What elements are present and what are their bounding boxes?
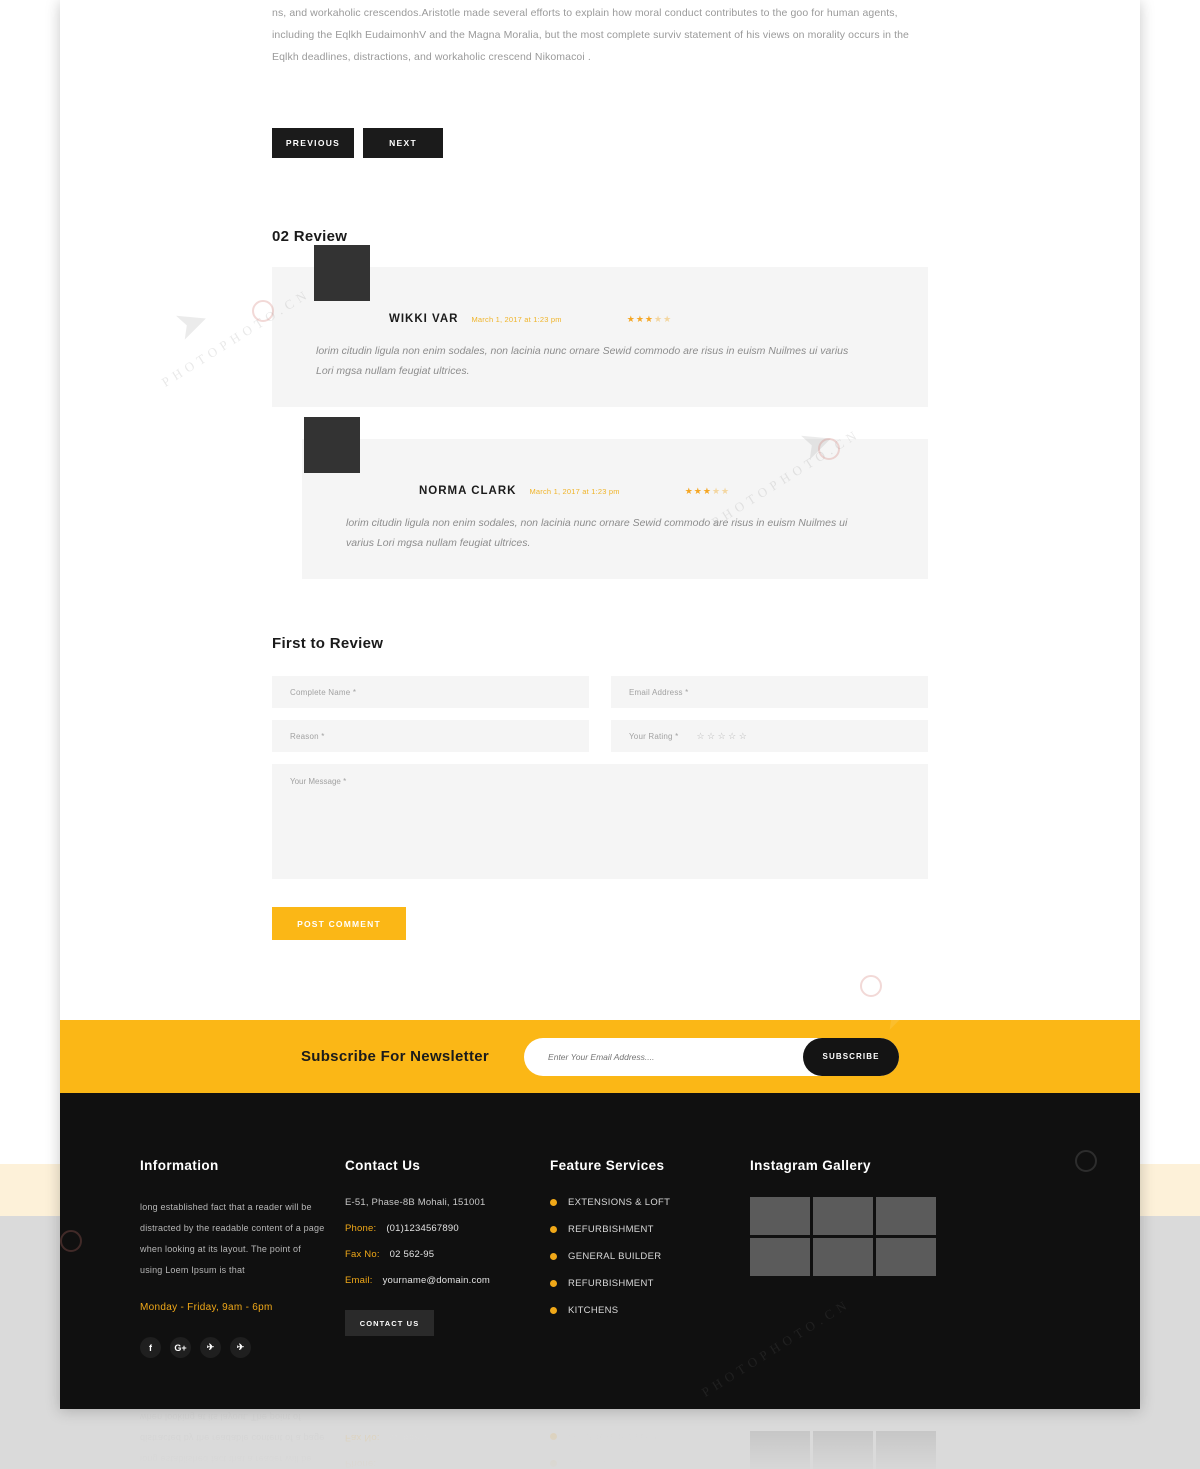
newsletter-subscribe-button[interactable]: SUBSCRIBE [803, 1037, 900, 1076]
contact-fax-value: 02 562-95 [389, 1249, 435, 1260]
google-plus-icon[interactable]: G+ [170, 1337, 191, 1358]
avatar [304, 417, 360, 473]
page-root: ns, and workaholic crescendos.Aristotle … [0, 0, 1200, 1469]
service-item[interactable]: EXTENSIONS & LOFT [550, 1197, 750, 1208]
review-author: NORMA CLARK [419, 485, 517, 497]
contact-fax-row: Fax No: 02 562-95 [345, 1249, 550, 1260]
your-message-textarea[interactable]: Your Message * [272, 764, 928, 879]
bullet-dot-icon [550, 1199, 557, 1206]
review-list: WIKKI VAR March 1, 2017 at 1:23 pm ★★★★★… [272, 245, 928, 579]
information-title: Information [140, 1158, 219, 1173]
footer-reflection: long established fact that a reader will… [60, 1409, 1140, 1469]
service-item[interactable]: REFURBISHMENT [550, 1278, 750, 1289]
instagram-thumbnail[interactable] [750, 1238, 810, 1276]
review-rating-stars: ★★★★★ [684, 485, 731, 496]
review-meta: NORMA CLARK March 1, 2017 at 1:23 pm ★★★… [346, 485, 868, 497]
page-canvas: ns, and workaholic crescendos.Aristotle … [60, 0, 1140, 1409]
service-label: REFURBISHMENT [568, 1224, 654, 1235]
contact-us-button[interactable]: CONTACT US [345, 1310, 434, 1336]
contact-phone-label: Phone: [345, 1223, 377, 1234]
review-card: NORMA CLARK March 1, 2017 at 1:23 pm ★★★… [302, 439, 928, 579]
bullet-dot-icon [550, 1253, 557, 1260]
avatar [314, 245, 370, 301]
review-item: WIKKI VAR March 1, 2017 at 1:23 pm ★★★★★… [272, 245, 928, 407]
review-form: Complete Name * Email Address * Reason *… [272, 676, 928, 879]
contact-fax-label: Fax No: [345, 1249, 380, 1260]
rating-star-picker[interactable]: ☆☆☆☆☆ [696, 731, 749, 742]
service-label: KITCHENS [568, 1305, 619, 1316]
article-paragraph: ns, and workaholic crescendos.Aristotle … [272, 7, 909, 63]
instagram-thumbnail[interactable] [813, 1197, 873, 1235]
contact-phone-value: (01)1234567890 [386, 1223, 459, 1234]
review-meta: WIKKI VAR March 1, 2017 at 1:23 pm ★★★★★ [316, 313, 868, 325]
your-rating-field[interactable]: Your Rating * ☆☆☆☆☆ [611, 720, 928, 752]
main-content: ns, and workaholic crescendos.Aristotle … [60, 0, 1140, 940]
review-text: lorim citudin ligula non enim sodales, n… [346, 517, 848, 549]
newsletter-bar: Subscribe For Newsletter SUBSCRIBE [60, 1020, 1140, 1093]
newsletter-form: SUBSCRIBE [524, 1037, 900, 1076]
footer-column-information: Information long established fact that a… [140, 1158, 345, 1358]
newsletter-email-input[interactable] [524, 1051, 804, 1062]
reason-input[interactable]: Reason * [272, 720, 589, 752]
review-section-title: 02 Review [272, 228, 348, 245]
reflection-fade-overlay [60, 1409, 1140, 1469]
next-button[interactable]: NEXT [363, 128, 443, 158]
service-item[interactable]: KITCHENS [550, 1305, 750, 1316]
footer-column-contact: Contact Us E-51, Phase-8B Mohali, 151001… [345, 1158, 550, 1358]
footer-column-instagram: Instagram Gallery [750, 1158, 1060, 1358]
service-item[interactable]: REFURBISHMENT [550, 1224, 750, 1235]
review-author: WIKKI VAR [389, 313, 459, 325]
information-hours: Monday - Friday, 9am - 6pm [140, 1302, 273, 1313]
instagram-thumbnail[interactable] [750, 1197, 810, 1235]
service-label: REFURBISHMENT [568, 1278, 654, 1289]
newsletter-title: Subscribe For Newsletter [300, 1048, 490, 1065]
review-text: lorim citudin ligula non enim sodales, n… [316, 345, 849, 377]
review-date: March 1, 2017 at 1:23 pm [471, 314, 562, 324]
social-links: f G+ ✈ ✈ [140, 1337, 345, 1358]
services-title: Feature Services [550, 1158, 665, 1173]
contact-email-label: Email: [345, 1275, 373, 1286]
email-address-input[interactable]: Email Address * [611, 676, 928, 708]
instagram-thumbnail[interactable] [876, 1197, 936, 1235]
review-rating-stars: ★★★★★ [626, 313, 673, 324]
facebook-icon[interactable]: f [140, 1337, 161, 1358]
contact-title: Contact Us [345, 1158, 421, 1173]
footer-columns: Information long established fact that a… [140, 1158, 1060, 1358]
site-footer: Information long established fact that a… [60, 1093, 1140, 1409]
contact-phone-row: Phone: (01)1234567890 [345, 1223, 550, 1234]
contact-email-row: Email: yourname@domain.com [345, 1275, 550, 1286]
review-item: NORMA CLARK March 1, 2017 at 1:23 pm ★★★… [272, 417, 928, 579]
instagram-title: Instagram Gallery [750, 1158, 871, 1173]
contact-address: E-51, Phase-8B Mohali, 151001 [345, 1197, 486, 1208]
service-label: EXTENSIONS & LOFT [568, 1197, 671, 1208]
footer-column-services: Feature Services EXTENSIONS & LOFT REFUR… [550, 1158, 750, 1358]
review-card: WIKKI VAR March 1, 2017 at 1:23 pm ★★★★★… [272, 267, 928, 407]
review-form-title: First to Review [272, 635, 384, 652]
service-item[interactable]: GENERAL BUILDER [550, 1251, 750, 1262]
bullet-dot-icon [550, 1307, 557, 1314]
bullet-dot-icon [550, 1280, 557, 1287]
instagram-thumbnail[interactable] [813, 1238, 873, 1276]
twitter-icon[interactable]: ✈ [200, 1337, 221, 1358]
post-comment-button[interactable]: POST COMMENT [272, 907, 406, 940]
instagram-thumbnail[interactable] [876, 1238, 936, 1276]
contact-email-value: yourname@domain.com [382, 1275, 491, 1286]
twitter-alt-icon[interactable]: ✈ [230, 1337, 251, 1358]
information-text: long established fact that a reader will… [140, 1202, 325, 1275]
complete-name-input[interactable]: Complete Name * [272, 676, 589, 708]
review-date: March 1, 2017 at 1:23 pm [529, 486, 620, 496]
previous-button[interactable]: PREVIOUS [272, 128, 354, 158]
instagram-gallery-grid [750, 1197, 1060, 1276]
service-label: GENERAL BUILDER [568, 1251, 662, 1262]
bullet-dot-icon [550, 1226, 557, 1233]
post-pagination: PREVIOUS NEXT [272, 128, 928, 158]
your-rating-label: Your Rating * [629, 731, 679, 741]
